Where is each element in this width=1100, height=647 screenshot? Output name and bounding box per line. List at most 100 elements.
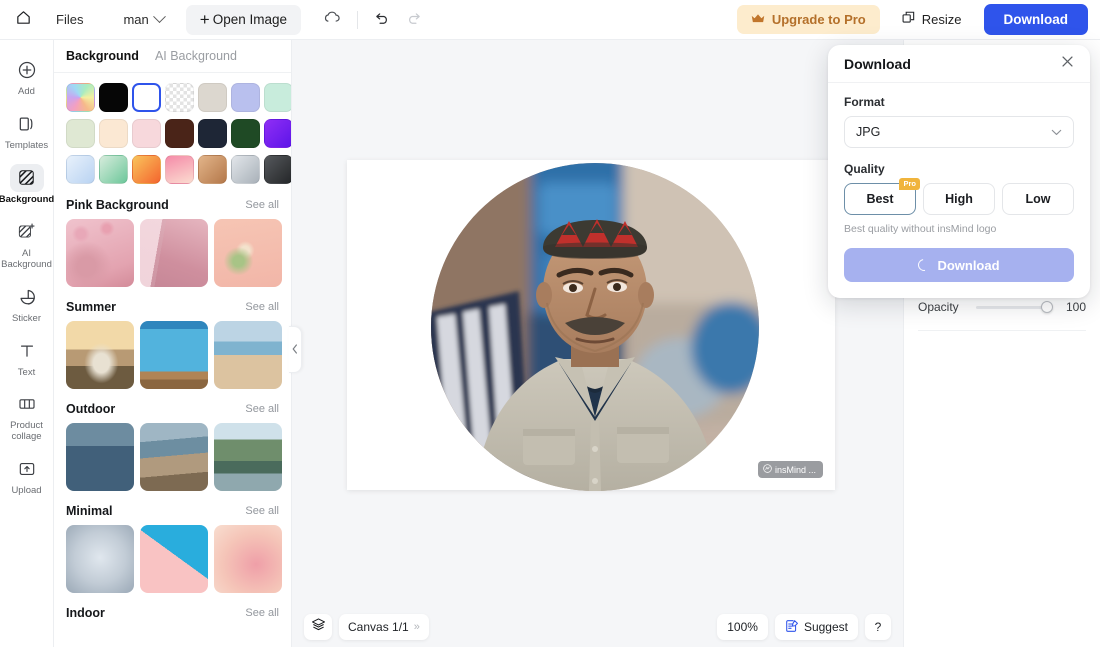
upgrade-to-pro-button[interactable]: Upgrade to Pro	[736, 5, 880, 34]
swatch-warm-gray[interactable]	[198, 83, 227, 112]
swatch-white-selected[interactable]	[132, 83, 161, 112]
swatch-pale-green[interactable]	[66, 119, 95, 148]
swatch-forest-green[interactable]	[231, 119, 260, 148]
background-panel: Background AI Background Pink Background…	[54, 40, 292, 647]
dialog-download-button[interactable]: Download	[844, 248, 1074, 282]
rail-item-upload[interactable]: Upload	[2, 449, 52, 501]
see-all-link[interactable]: See all	[245, 301, 279, 313]
swatch-charcoal-gradient[interactable]	[264, 155, 291, 184]
zoom-level-button[interactable]: 100%	[717, 614, 768, 640]
format-value: JPG	[856, 125, 881, 139]
thumb-pink-tulips[interactable]	[214, 219, 282, 287]
quality-option-low[interactable]: Low	[1002, 183, 1074, 215]
tab-ai-background[interactable]: AI Background	[155, 49, 237, 63]
swatch-dark-brown[interactable]	[165, 119, 194, 148]
swatch-green-gradient[interactable]	[99, 155, 128, 184]
open-image-button[interactable]: + Open Image	[185, 4, 301, 35]
resize-button[interactable]: Resize	[894, 5, 970, 34]
swatch-periwinkle[interactable]	[231, 83, 260, 112]
canvas-pager[interactable]: Canvas 1/1 »	[339, 614, 429, 640]
pro-badge: Pro	[899, 178, 920, 191]
resize-icon	[902, 11, 916, 28]
templates-icon	[10, 110, 44, 138]
close-button[interactable]	[1061, 55, 1074, 73]
thumb-gray-blue-radial[interactable]	[66, 525, 134, 593]
crown-icon	[751, 12, 765, 27]
layers-button[interactable]	[304, 614, 332, 640]
help-button[interactable]: ?	[865, 614, 891, 640]
thumb-pink-window-room[interactable]	[140, 219, 208, 287]
thumb-peach-pink-blur[interactable]	[214, 525, 282, 593]
rail-item-add[interactable]: Add	[2, 50, 52, 102]
canvas-sheet[interactable]: insMind ...	[347, 160, 835, 491]
swatch-rainbow-gradient[interactable]	[66, 83, 95, 112]
tab-background[interactable]: Background	[66, 49, 139, 63]
swatch-cream[interactable]	[99, 119, 128, 148]
cloud-sync-button[interactable]	[323, 10, 341, 29]
chevron-down-icon	[152, 10, 166, 24]
see-all-link[interactable]: See all	[245, 607, 279, 619]
thumb-beach-sand-sea[interactable]	[214, 321, 282, 389]
rail-item-product-collage[interactable]: Product collage	[2, 384, 52, 447]
swatch-ice-blue-gradient[interactable]	[66, 155, 95, 184]
quality-option-label: Best	[866, 192, 894, 206]
swatch-navy[interactable]	[198, 119, 227, 148]
home-icon	[15, 9, 32, 31]
thumb-palms-water-reflection[interactable]	[66, 423, 134, 491]
format-select[interactable]: JPG	[844, 116, 1074, 148]
rail-item-ai-background[interactable]: AI Background	[1, 212, 52, 275]
see-all-link[interactable]: See all	[245, 505, 279, 517]
rail-item-text[interactable]: Text	[2, 331, 52, 383]
rail-label: Add	[18, 86, 35, 97]
rail-item-templates[interactable]: Templates	[2, 104, 52, 156]
left-tool-rail: Add Templates Background AI Background S…	[0, 40, 54, 647]
undo-icon	[374, 10, 391, 30]
quality-option-best[interactable]: Best Pro	[844, 178, 920, 215]
rail-item-background[interactable]: Background	[0, 158, 54, 210]
toolbar-divider	[356, 10, 358, 29]
properties-divider	[918, 330, 1086, 331]
quality-option-high[interactable]: High	[923, 183, 995, 215]
rail-item-sticker[interactable]: Sticker	[2, 277, 52, 329]
opacity-knob[interactable]	[1041, 301, 1053, 313]
swatch-pink-gradient[interactable]	[165, 155, 194, 184]
home-button[interactable]	[0, 0, 46, 40]
canvas-pager-label: Canvas 1/1	[348, 620, 409, 634]
document-name-dropdown[interactable]: man	[123, 10, 166, 27]
rail-label: Templates	[4, 139, 49, 151]
redo-button[interactable]	[405, 10, 422, 30]
swatch-silver-gradient[interactable]	[231, 155, 260, 184]
watermark-text: insMind ...	[774, 464, 816, 475]
thumb-pool-water-deck[interactable]	[140, 321, 208, 389]
swatch-orange-gradient[interactable]	[132, 155, 161, 184]
files-menu[interactable]: Files	[46, 12, 93, 27]
rail-label: Product collage	[10, 420, 43, 443]
rail-label: Upload	[11, 485, 42, 497]
thumb-pink-blossom-podium[interactable]	[66, 219, 134, 287]
zoom-level-label: 100%	[727, 620, 758, 634]
swatch-mint[interactable]	[264, 83, 291, 112]
download-button[interactable]: Download	[983, 4, 1088, 35]
swatch-tan-gradient[interactable]	[198, 155, 227, 184]
panel-collapse-handle[interactable]	[289, 326, 302, 373]
thumb-cyan-pink-diagonal[interactable]	[140, 525, 208, 593]
swatch-transparent[interactable]	[165, 83, 194, 112]
opacity-slider[interactable]	[976, 300, 1053, 314]
double-chevron-right-icon: »	[413, 621, 420, 633]
swatch-violet[interactable]	[264, 119, 291, 148]
redo-icon	[405, 10, 422, 30]
undo-button[interactable]	[374, 10, 391, 30]
quality-options: Best Pro High Low	[844, 178, 1074, 215]
swatch-black[interactable]	[99, 83, 128, 112]
open-image-label: Open Image	[212, 12, 287, 27]
thumb-palm-sunset-podium[interactable]	[66, 321, 134, 389]
see-all-link[interactable]: See all	[245, 403, 279, 415]
see-all-link[interactable]: See all	[245, 199, 279, 211]
chevron-left-icon	[292, 341, 298, 359]
quality-label: Quality	[844, 162, 885, 176]
suggest-button[interactable]: Suggest	[774, 614, 858, 640]
avatar[interactable]	[431, 163, 759, 491]
thumb-rocky-coastline[interactable]	[140, 423, 208, 491]
thumb-mountain-lake[interactable]	[214, 423, 282, 491]
swatch-blush[interactable]	[132, 119, 161, 148]
